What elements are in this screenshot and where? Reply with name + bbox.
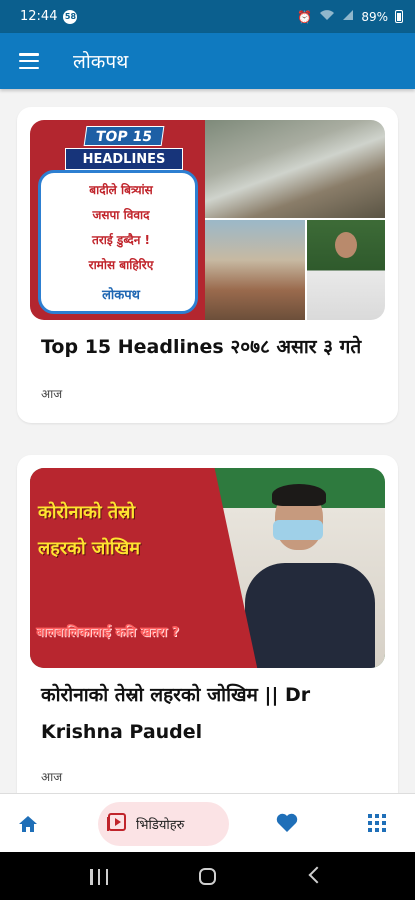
news-feed[interactable]: TOP 15 HEADLINES बादीले बित्र्यांस जसपा … <box>0 89 415 793</box>
news-date: आज <box>41 770 63 784</box>
news-thumbnail[interactable]: TOP 15 HEADLINES बादीले बित्र्यांस जसपा … <box>30 120 385 320</box>
video-icon <box>106 811 128 837</box>
badge-bottom-text: HEADLINES <box>65 148 183 170</box>
news-card[interactable]: कोरोनाको तेस्रो लहरको जोखिम बालबालिकालाई… <box>17 455 398 793</box>
headline-line: जसपा विवाद <box>92 208 150 222</box>
system-navigation-bar <box>0 852 415 900</box>
news-thumbnail[interactable]: कोरोनाको तेस्रो लहरको जोखिम बालबालिकालाई… <box>30 468 385 668</box>
battery-percent: 89% <box>361 9 388 24</box>
bottom-navigation: भिडियोहरु <box>0 793 415 852</box>
videos-tab[interactable]: भिडियोहरु <box>98 802 229 846</box>
heart-icon[interactable] <box>276 813 298 837</box>
alarm-icon: ⏰ <box>297 9 313 24</box>
news-date: आज <box>41 387 63 401</box>
app-title: लोकपथ <box>73 51 129 73</box>
headline-line: रामोस बाहिरिए <box>88 258 154 272</box>
top15-badge: TOP 15 HEADLINES <box>65 126 183 172</box>
status-bar: 12:44 58 ⏰ 89% <box>0 0 415 33</box>
home-icon[interactable] <box>18 814 38 838</box>
status-icons: ⏰ 89% <box>297 9 403 24</box>
buildings-photo <box>205 220 305 320</box>
news-card[interactable]: TOP 15 HEADLINES बादीले बित्र्यांस जसपा … <box>17 107 398 423</box>
grid-icon[interactable] <box>368 814 386 836</box>
flood-photo <box>205 120 385 218</box>
headline-graphic: TOP 15 HEADLINES बादीले बित्र्यांस जसपा … <box>30 120 205 320</box>
footballer-head <box>335 232 357 258</box>
lokpath-logo: लोकपथ <box>102 288 140 303</box>
wifi-icon <box>319 9 335 24</box>
news-title[interactable]: कोरोनाको तेस्रो लहरको जोखिम || Dr Krishn… <box>41 677 381 751</box>
doctor-hair <box>272 484 326 506</box>
badge-top-text: TOP 15 <box>83 126 165 146</box>
app-bar: लोकपथ <box>0 33 415 89</box>
thumbnail-text: कोरोनाको तेस्रो <box>38 502 136 523</box>
thumbnail-text: लहरको जोखिम <box>38 538 141 559</box>
headline-line: बादीले बित्र्यांस <box>89 183 153 197</box>
news-title[interactable]: Top 15 Headlines २०७८ असार ३ गते <box>41 329 381 366</box>
face-mask <box>273 520 323 540</box>
status-time: 12:44 <box>20 9 58 24</box>
recent-apps-icon[interactable] <box>90 869 108 885</box>
headline-box: बादीले बित्र्यांस जसपा विवाद तराई डुब्दै… <box>38 170 198 314</box>
doctor-body <box>245 563 375 668</box>
back-icon[interactable] <box>308 866 326 884</box>
headline-line: तराई डुब्दैन ! <box>91 233 151 247</box>
battery-icon <box>395 10 403 23</box>
hamburger-menu-icon[interactable] <box>19 53 39 69</box>
videos-label: भिडियोहरु <box>136 818 185 833</box>
notification-badge: 58 <box>63 9 78 24</box>
signal-icon <box>342 9 354 24</box>
thumbnail-text: बालबालिकालाई कति खतरा ? <box>36 625 180 640</box>
home-button-icon[interactable] <box>199 868 216 885</box>
